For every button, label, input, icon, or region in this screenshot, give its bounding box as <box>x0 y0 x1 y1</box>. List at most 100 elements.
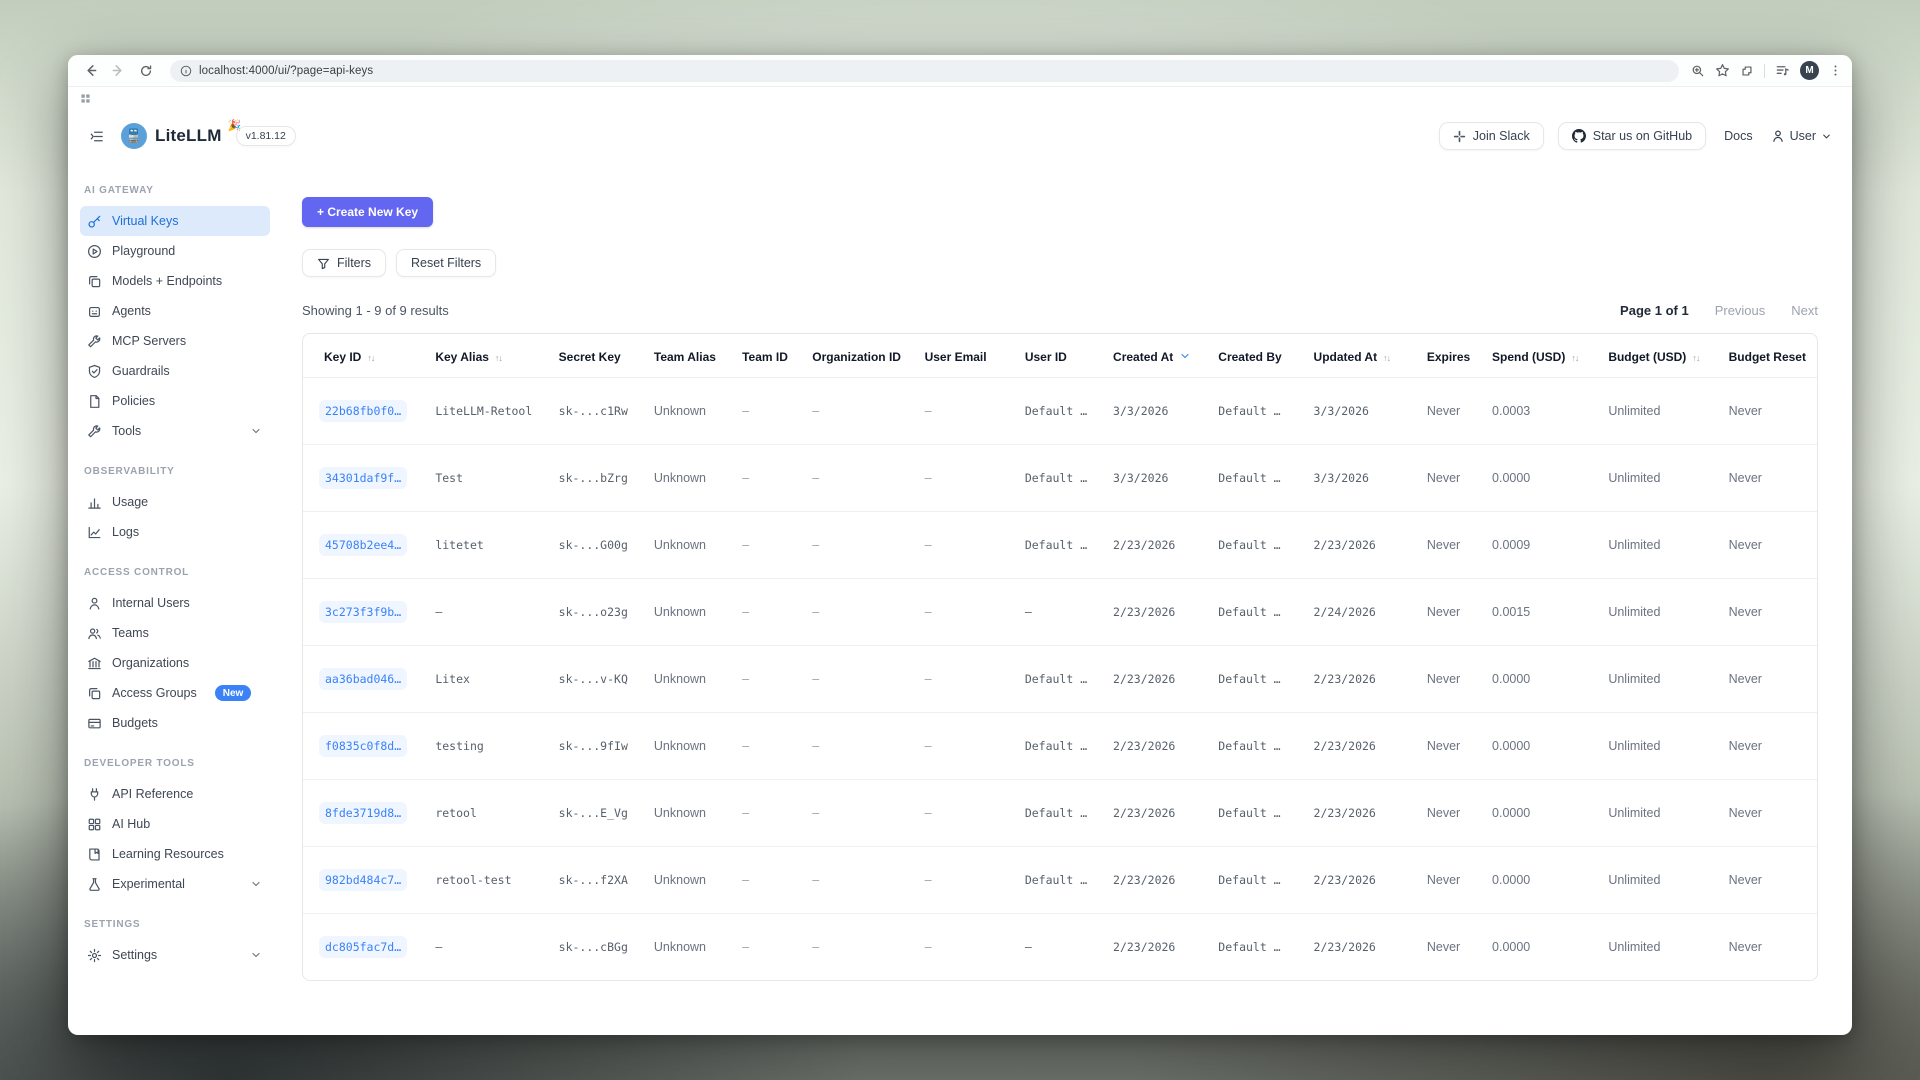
cell-team_id: – <box>736 713 806 780</box>
book-icon <box>86 847 102 862</box>
sidebar-item-mcp-servers[interactable]: MCP Servers <box>80 326 270 356</box>
sidebar-item-teams[interactable]: Teams <box>80 618 270 648</box>
sidebar-item-label: Settings <box>112 948 157 962</box>
star-github-button[interactable]: Star us on GitHub <box>1558 122 1706 150</box>
extensions-icon[interactable] <box>1740 64 1754 78</box>
key-id-link[interactable]: 45708b2ee4… <box>319 534 407 556</box>
sidebar-item-label: Policies <box>112 394 155 408</box>
column-header-expires[interactable]: Expires <box>1421 334 1486 378</box>
sort-icon[interactable]: ↑↓ <box>367 353 374 363</box>
cell-user_id: – <box>1019 914 1107 981</box>
column-header-key-alias[interactable]: Key Alias↑↓ <box>429 334 552 378</box>
cell-team_alias: Unknown <box>648 914 736 981</box>
sidebar-item-agents[interactable]: Agents <box>80 296 270 326</box>
cell-team_id: – <box>736 579 806 646</box>
sidebar-item-label: Experimental <box>112 877 185 891</box>
user-menu[interactable]: User <box>1771 129 1832 143</box>
key-id-link[interactable]: 3c273f3f9b… <box>319 601 407 623</box>
flask-icon <box>86 877 102 892</box>
forward-icon[interactable] <box>106 59 130 83</box>
column-header-secret-key[interactable]: Secret Key <box>553 334 648 378</box>
sidebar-item-access-groups[interactable]: Access GroupsNew <box>80 678 270 708</box>
sidebar-item-virtual-keys[interactable]: Virtual Keys <box>80 206 270 236</box>
cell-org_id: – <box>806 512 918 579</box>
sort-icon[interactable]: ↑↓ <box>1383 353 1390 363</box>
sidebar-item-usage[interactable]: Usage <box>80 487 270 517</box>
column-header-spend-usd[interactable]: Spend (USD)↑↓ <box>1486 334 1602 378</box>
site-info-icon[interactable] <box>180 65 192 77</box>
docs-link[interactable]: Docs <box>1724 129 1752 143</box>
sidebar-item-budgets[interactable]: Budgets <box>80 708 270 738</box>
column-header-updated-at[interactable]: Updated At↑↓ <box>1308 334 1421 378</box>
sidebar-item-label: API Reference <box>112 787 193 801</box>
sidebar-item-policies[interactable]: Policies <box>80 386 270 416</box>
url-bar[interactable]: localhost:4000/ui/?page=api-keys <box>170 60 1679 82</box>
cell-updated_at: 2/23/2026 <box>1308 512 1421 579</box>
key-id-link[interactable]: 22b68fb0f0… <box>319 400 407 422</box>
reset-filters-button[interactable]: Reset Filters <box>396 249 496 277</box>
previous-page-button[interactable]: Previous <box>1715 303 1766 318</box>
cell-org_id: – <box>806 713 918 780</box>
column-header-key-id[interactable]: Key ID↑↓ <box>303 334 429 378</box>
sidebar-item-models-endpoints[interactable]: Models + Endpoints <box>80 266 270 296</box>
reload-icon[interactable] <box>134 59 158 83</box>
column-header-budget-reset[interactable]: Budget Reset <box>1723 334 1817 378</box>
sidebar-item-api-reference[interactable]: API Reference <box>80 779 270 809</box>
bookmark-star-icon[interactable] <box>1715 63 1730 78</box>
sidebar-item-guardrails[interactable]: Guardrails <box>80 356 270 386</box>
sort-icon[interactable]: ↑↓ <box>1692 353 1699 363</box>
url-text: localhost:4000/ui/?page=api-keys <box>199 65 373 77</box>
cell-team_alias: Unknown <box>648 512 736 579</box>
cell-user_id: Default … <box>1019 713 1107 780</box>
sidebar-item-learning-resources[interactable]: Learning Resources <box>80 839 270 869</box>
sidebar-item-playground[interactable]: Playground <box>80 236 270 266</box>
cell-team_id: – <box>736 780 806 847</box>
sidebar-item-ai-hub[interactable]: AI Hub <box>80 809 270 839</box>
column-header-team-alias[interactable]: Team Alias <box>648 334 736 378</box>
column-header-created-at[interactable]: Created At <box>1107 334 1212 378</box>
sidebar-item-tools[interactable]: Tools <box>80 416 270 446</box>
sidebar-toggle-icon[interactable] <box>88 128 105 145</box>
next-page-button[interactable]: Next <box>1791 303 1818 318</box>
cell-key_alias: litetet <box>429 512 552 579</box>
zoom-icon[interactable] <box>1691 64 1705 78</box>
cell-created_at: 2/23/2026 <box>1107 646 1212 713</box>
bank-icon <box>86 656 102 671</box>
sort-icon[interactable]: ↑↓ <box>1571 353 1578 363</box>
sidebar-item-logs[interactable]: Logs <box>80 517 270 547</box>
table-row: 3c273f3f9b…–sk-...o23gUnknown––––2/23/20… <box>303 579 1817 646</box>
sort-desc-icon[interactable] <box>1179 350 1191 362</box>
sidebar-item-internal-users[interactable]: Internal Users <box>80 588 270 618</box>
key-id-link[interactable]: aa36bad046… <box>319 668 407 690</box>
agent-icon <box>86 304 102 319</box>
key-id-link[interactable]: f0835c0f8d… <box>319 735 407 757</box>
sidebar-item-label: Organizations <box>112 656 189 670</box>
media-controls-icon[interactable] <box>1775 63 1790 78</box>
column-header-user-id[interactable]: User ID <box>1019 334 1107 378</box>
browser-menu-icon[interactable] <box>1829 64 1842 77</box>
join-slack-button[interactable]: Join Slack <box>1439 122 1544 150</box>
key-id-link[interactable]: 34301daf9f… <box>319 467 407 489</box>
column-header-budget-usd[interactable]: Budget (USD)↑↓ <box>1602 334 1722 378</box>
key-id-link[interactable]: dc805fac7d… <box>319 936 407 958</box>
sort-icon[interactable]: ↑↓ <box>495 353 502 363</box>
column-header-team-id[interactable]: Team ID <box>736 334 806 378</box>
create-new-key-button[interactable]: + Create New Key <box>302 197 433 227</box>
column-header-organization-id[interactable]: Organization ID <box>806 334 918 378</box>
profile-avatar[interactable]: M <box>1800 61 1819 80</box>
back-icon[interactable] <box>78 59 102 83</box>
column-header-created-by[interactable]: Created By <box>1212 334 1307 378</box>
key-id-link[interactable]: 982bd484c7… <box>319 869 407 891</box>
column-header-user-email[interactable]: User Email <box>919 334 1019 378</box>
filters-button[interactable]: Filters <box>302 249 386 277</box>
sidebar-item-experimental[interactable]: Experimental <box>80 869 270 899</box>
table-row: dc805fac7d…–sk-...cBGgUnknown––––2/23/20… <box>303 914 1817 981</box>
sidebar-item-organizations[interactable]: Organizations <box>80 648 270 678</box>
apps-grid-icon[interactable] <box>80 93 91 104</box>
sidebar-item-label: MCP Servers <box>112 334 186 348</box>
sidebar-item-settings[interactable]: Settings <box>80 940 270 970</box>
key-id-link[interactable]: 8fde3719d8… <box>319 802 407 824</box>
cell-spend: 0.0000 <box>1486 780 1602 847</box>
table-row: aa36bad046…Litexsk-...v-KQUnknown–––Defa… <box>303 646 1817 713</box>
cell-budget: Unlimited <box>1602 780 1722 847</box>
